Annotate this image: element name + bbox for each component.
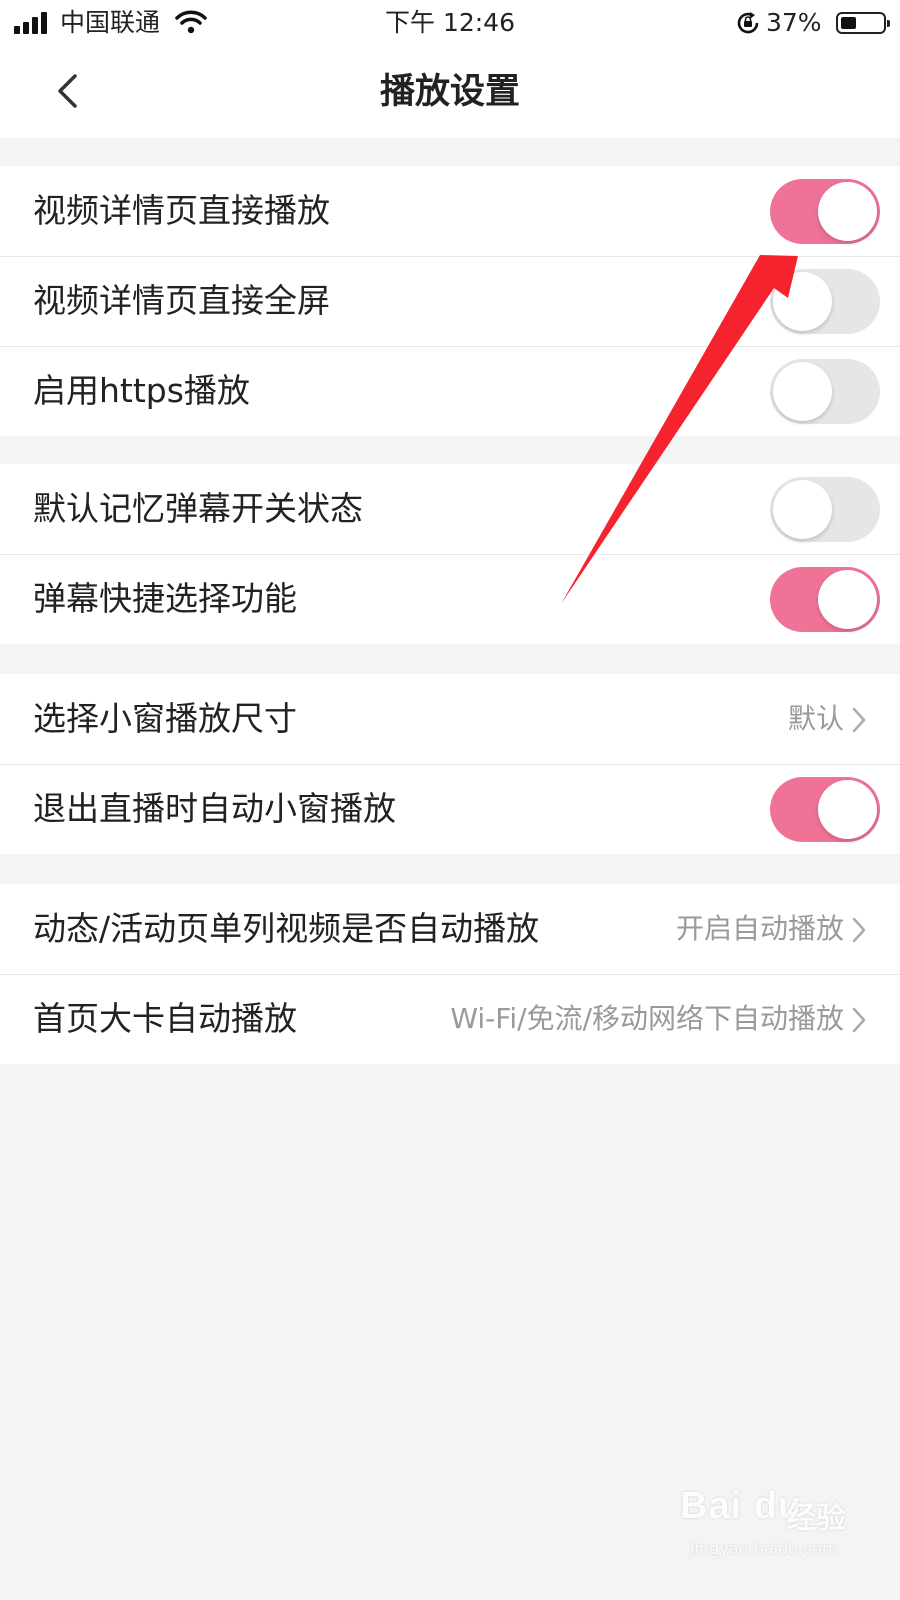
status-bar: 中国联通 下午 12:46 37% (0, 0, 900, 46)
toggle-knob (818, 182, 877, 241)
setting-label: 默认记忆弹幕开关状态 (33, 489, 363, 528)
setting-row-https[interactable]: 启用https播放 (0, 346, 900, 436)
setting-row-danmaku-quick-select[interactable]: 弹幕快捷选择功能 (0, 554, 900, 644)
toggle-switch[interactable] (770, 179, 880, 244)
page-title: 播放设置 (379, 72, 520, 112)
watermark-logo: Bai du (680, 1485, 803, 1527)
toggle-switch[interactable] (770, 269, 880, 334)
setting-value: 默认 (787, 702, 844, 735)
orientation-lock-icon (737, 12, 759, 34)
setting-label: 弹幕快捷选择功能 (33, 579, 297, 618)
toggle-knob (818, 780, 877, 839)
toggle-switch[interactable] (770, 777, 880, 842)
setting-value: 开启自动播放 (675, 912, 844, 945)
setting-label: 视频详情页直接播放 (33, 191, 330, 230)
battery-icon (836, 12, 890, 34)
toggle-knob (773, 272, 832, 331)
setting-row-mini-window-size[interactable]: 选择小窗播放尺寸 默认 (0, 674, 900, 764)
toggle-switch[interactable] (770, 567, 880, 632)
chevron-right-icon (852, 1007, 866, 1033)
toggle-knob (818, 570, 877, 629)
chevron-right-icon (852, 917, 866, 943)
setting-row-detail-autoplay[interactable]: 视频详情页直接播放 (0, 166, 900, 256)
setting-label: 动态/活动页单列视频是否自动播放 (33, 909, 540, 948)
setting-label: 启用https播放 (33, 371, 250, 410)
chevron-right-icon (852, 707, 866, 733)
setting-row-detail-fullscreen[interactable]: 视频详情页直接全屏 (0, 256, 900, 346)
setting-value: Wi-Fi/免流/移动网络下自动播放 (450, 1002, 844, 1035)
setting-row-home-card-autoplay[interactable]: 首页大卡自动播放 Wi-Fi/免流/移动网络下自动播放 (0, 974, 900, 1064)
setting-row-live-mini-window[interactable]: 退出直播时自动小窗播放 (0, 764, 900, 854)
toggle-switch[interactable] (770, 359, 880, 424)
setting-label: 退出直播时自动小窗播放 (33, 789, 396, 828)
battery-level (841, 17, 856, 29)
baidu-jingyan-watermark: Bai du 经验 jingyan.baidu.com (680, 1485, 880, 1575)
status-time: 下午 12:46 (385, 8, 515, 37)
setting-row-dynamic-autoplay[interactable]: 动态/活动页单列视频是否自动播放 开启自动播放 (0, 884, 900, 974)
watermark-text: 经验 (786, 1501, 846, 1536)
toggle-switch[interactable] (770, 477, 880, 542)
watermark-url: jingyan.baidu.com (690, 1539, 838, 1558)
toggle-knob (773, 480, 832, 539)
setting-row-remember-danmaku[interactable]: 默认记忆弹幕开关状态 (0, 464, 900, 554)
navigation-bar: 播放设置 (0, 46, 900, 138)
setting-label: 首页大卡自动播放 (33, 999, 297, 1038)
battery-percent: 37% (766, 8, 822, 37)
setting-label: 视频详情页直接全屏 (33, 281, 330, 320)
toggle-knob (773, 362, 832, 421)
setting-label: 选择小窗播放尺寸 (33, 699, 297, 738)
